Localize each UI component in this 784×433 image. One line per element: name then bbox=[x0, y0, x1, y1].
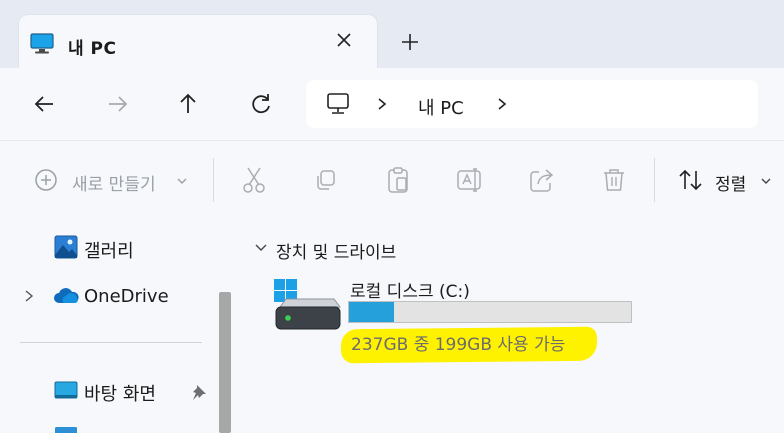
divider bbox=[654, 158, 655, 202]
tab-title: 내 PC bbox=[68, 39, 117, 59]
new-button[interactable]: 새로 만들기 bbox=[72, 170, 156, 195]
pin-icon[interactable] bbox=[190, 383, 208, 401]
divider bbox=[20, 342, 202, 343]
windows-drive-icon bbox=[274, 279, 341, 330]
drive-capacity-text: 237GB 중 199GB 사용 가능 bbox=[351, 335, 566, 355]
rename-icon[interactable] bbox=[456, 167, 484, 193]
drive-name: 로컬 디스크 (C:) bbox=[350, 282, 470, 302]
sidebar-item-onedrive[interactable]: OneDrive bbox=[84, 286, 169, 307]
scrollbar-thumb[interactable] bbox=[219, 292, 231, 433]
copy-icon[interactable] bbox=[314, 168, 338, 192]
back-icon[interactable] bbox=[30, 89, 60, 119]
sort-button[interactable]: 정렬 bbox=[715, 170, 746, 195]
new-tab-icon[interactable] bbox=[398, 30, 422, 54]
cut-icon[interactable] bbox=[241, 166, 267, 194]
desktop-icon bbox=[54, 381, 78, 399]
sidebar-item-desktop[interactable]: 바탕 화면 bbox=[84, 380, 156, 406]
section-title-devices[interactable]: 장치 및 드라이브 bbox=[276, 238, 396, 263]
refresh-icon[interactable] bbox=[246, 89, 276, 119]
folder-icon bbox=[55, 427, 77, 433]
gallery-icon bbox=[54, 235, 78, 259]
paste-icon[interactable] bbox=[385, 166, 411, 194]
breadcrumb-my-pc[interactable]: 내 PC bbox=[418, 94, 464, 120]
chevron-down-icon[interactable] bbox=[176, 176, 188, 186]
up-icon[interactable] bbox=[173, 89, 203, 119]
new-plus-icon[interactable] bbox=[34, 168, 58, 192]
divider bbox=[213, 158, 214, 202]
forward-icon[interactable] bbox=[102, 89, 132, 119]
monitor-icon bbox=[30, 33, 54, 54]
chevron-down-icon[interactable] bbox=[760, 176, 772, 186]
capacity-bar-fill bbox=[349, 302, 394, 322]
expand-chevron-icon[interactable] bbox=[22, 288, 36, 304]
onedrive-cloud-icon bbox=[54, 288, 79, 303]
share-icon[interactable] bbox=[529, 167, 555, 193]
this-pc-icon bbox=[327, 93, 349, 114]
breadcrumb-chevron-icon[interactable] bbox=[494, 96, 510, 112]
delete-icon[interactable] bbox=[601, 167, 627, 193]
collapse-chevron-icon[interactable] bbox=[254, 242, 268, 254]
sidebar-item-gallery[interactable]: 갤러리 bbox=[84, 237, 134, 263]
breadcrumb-chevron-icon[interactable] bbox=[374, 96, 390, 112]
close-tab-icon[interactable] bbox=[334, 30, 354, 50]
sort-icon[interactable] bbox=[677, 168, 705, 192]
